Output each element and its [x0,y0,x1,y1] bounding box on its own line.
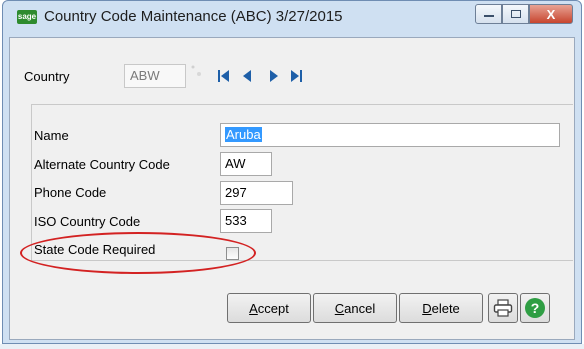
iso-country-code-field[interactable]: 533 [220,209,272,233]
accept-mnemonic: A [249,300,258,316]
previous-record-icon [243,70,251,82]
minimize-button[interactable] [475,4,502,24]
cancel-label: ancel [344,300,376,316]
country-field[interactable]: ABW [124,64,186,88]
state-code-required-checkbox[interactable] [226,247,239,260]
window-title: Country Code Maintenance (ABC) 3/27/2015 [44,8,343,25]
delete-button[interactable]: Delete [399,293,483,323]
name-value: Aruba [225,127,262,142]
maximize-button[interactable] [502,4,529,24]
delete-label: elete [431,300,460,316]
print-button[interactable] [488,293,518,323]
delete-mnemonic: D [422,300,432,316]
name-label: Name [34,128,69,143]
maximize-icon [510,10,521,18]
cancel-button[interactable]: Cancel [313,293,397,323]
window-shadow [0,344,584,349]
last-record-button[interactable] [288,68,304,84]
print-icon [493,299,513,317]
help-icon: ? [525,298,545,318]
first-record-button[interactable] [216,68,232,84]
lookup-icon[interactable] [189,64,205,84]
phone-code-field[interactable]: 297 [220,181,293,205]
previous-record-button[interactable] [240,68,256,84]
alternate-country-code-label: Alternate Country Code [34,157,170,172]
help-button[interactable]: ? [520,293,550,323]
close-button[interactable]: X [529,4,573,24]
state-code-required-label: State Code Required [34,242,156,257]
app-icon: sage [17,10,37,24]
iso-country-code-label: ISO Country Code [34,214,141,229]
window-controls: X [475,4,573,26]
next-record-icon [270,70,278,82]
window: sage Country Code Maintenance (ABC) 3/27… [2,0,582,344]
first-record-icon [218,70,229,82]
client-area: Country ABW Name Aruba Alternate Country… [9,37,575,340]
minimize-icon [483,15,494,17]
cancel-mnemonic: C [334,300,345,316]
alternate-country-code-field[interactable]: AW [220,152,272,176]
next-record-button[interactable] [266,68,282,84]
accept-label: ccept [257,300,289,316]
last-record-icon [291,70,302,82]
phone-code-label: Phone Code [34,185,107,200]
country-label: Country [24,69,70,84]
accept-button[interactable]: Accept [227,293,311,323]
title-bar[interactable]: sage Country Code Maintenance (ABC) 3/27… [3,1,581,37]
name-field[interactable]: Aruba [220,123,560,147]
